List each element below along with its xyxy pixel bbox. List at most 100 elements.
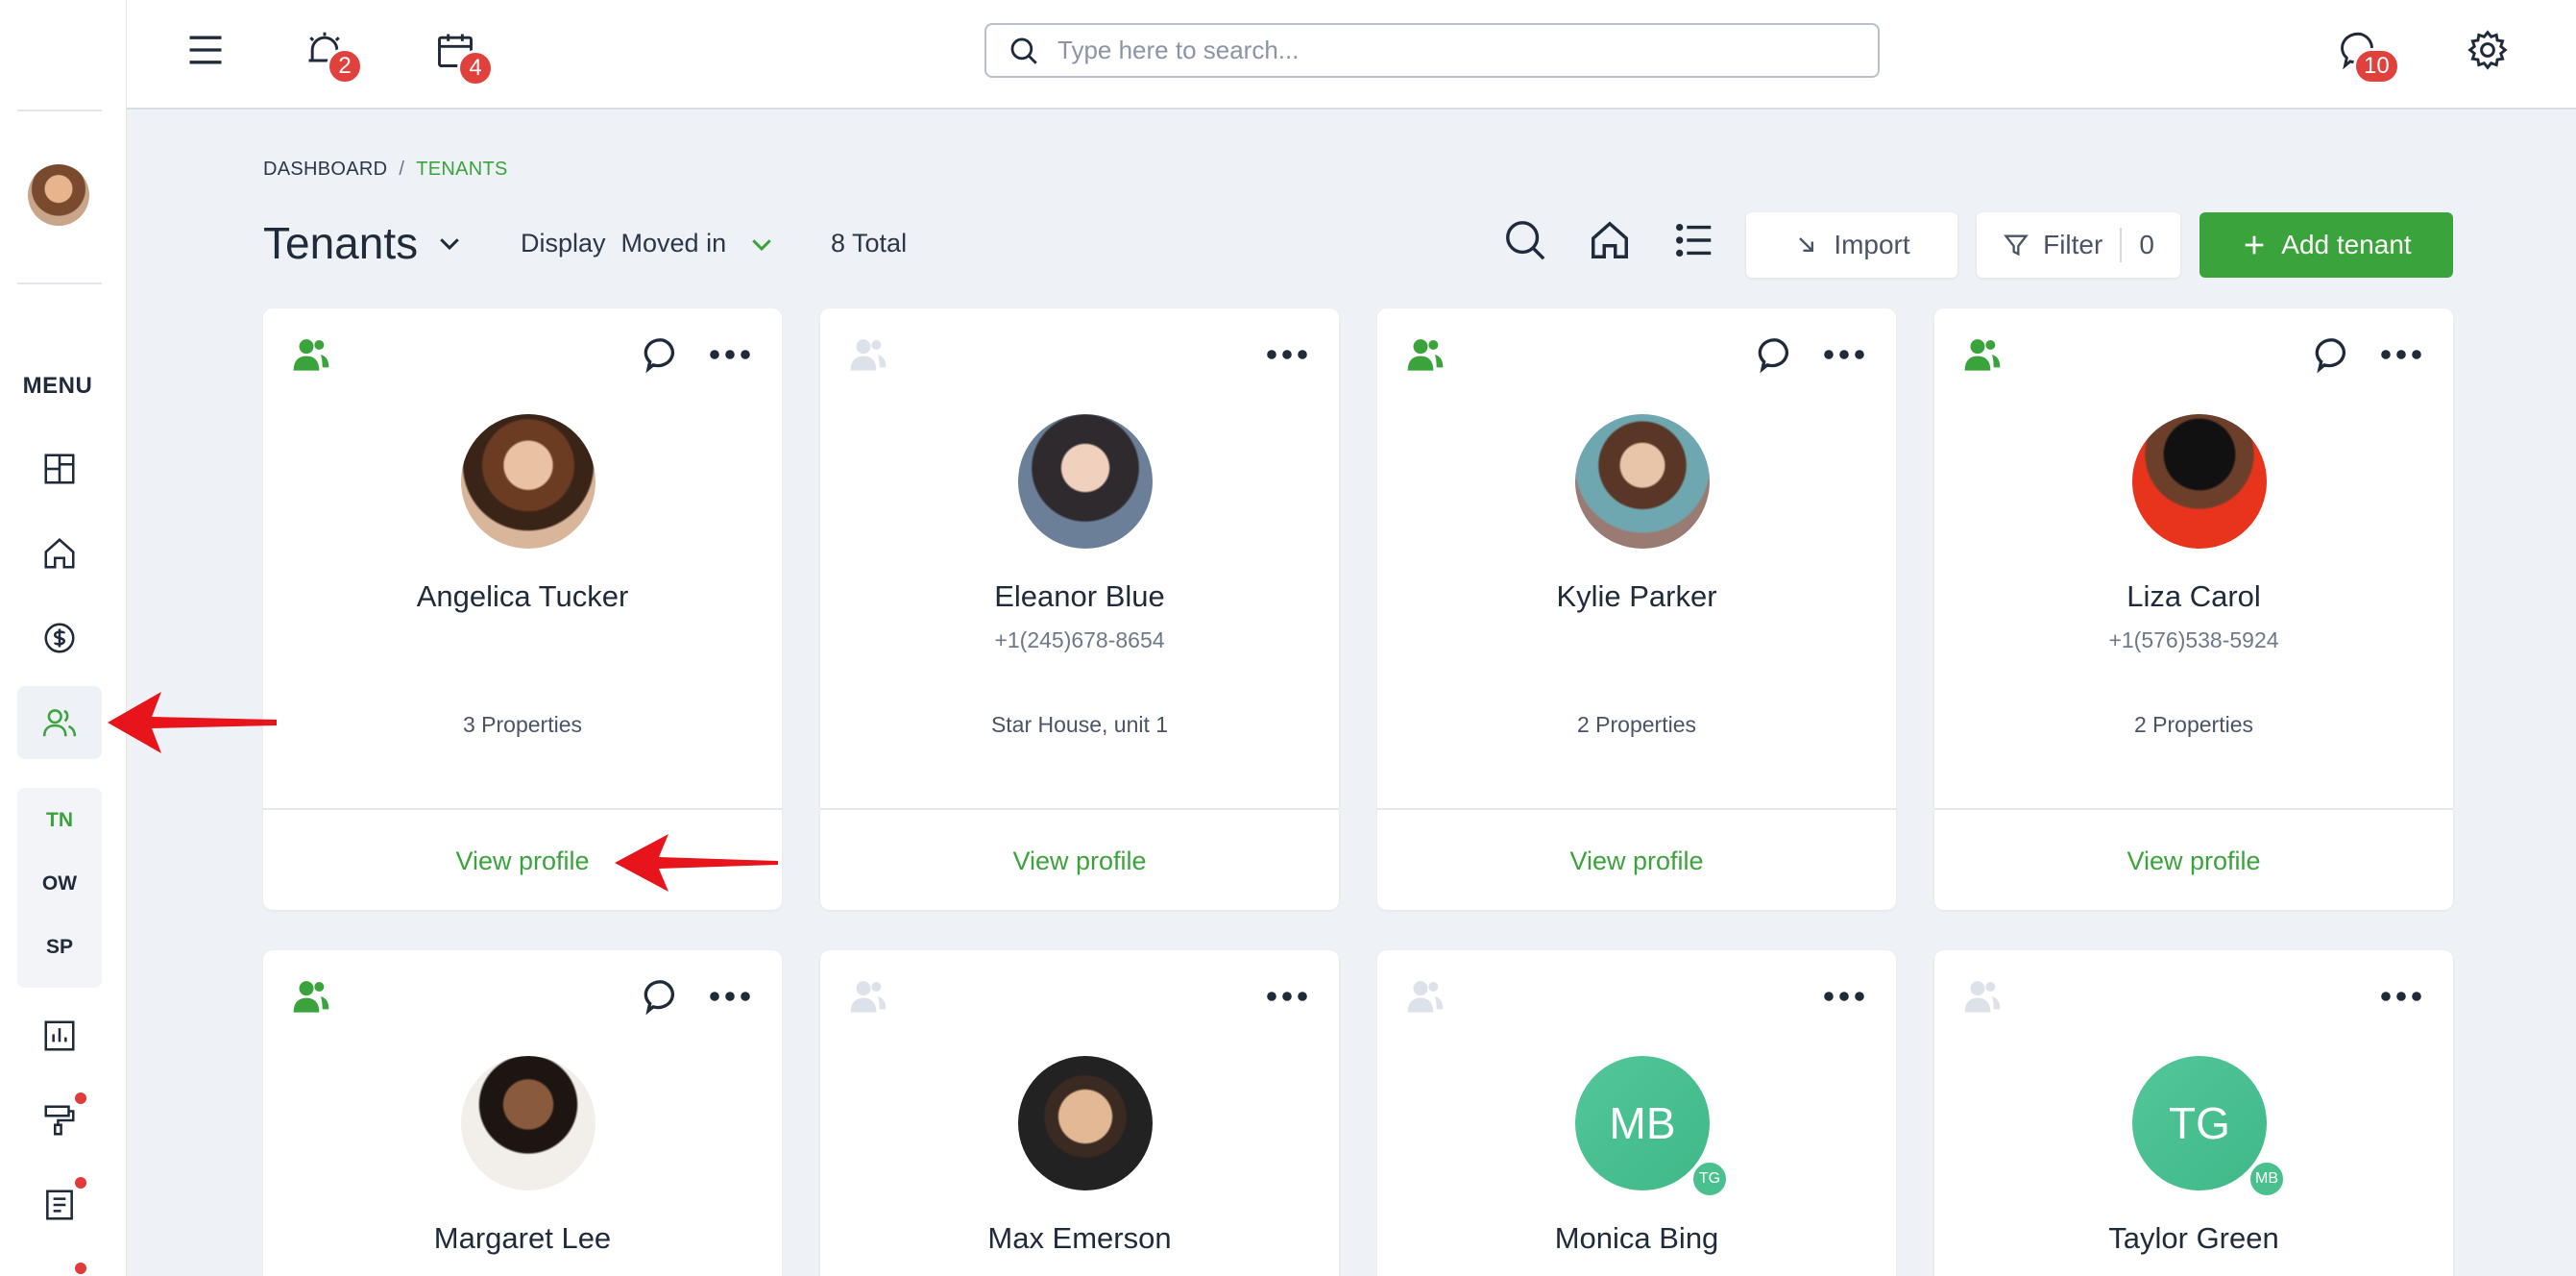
sidebar-item-properties[interactable] xyxy=(17,517,102,590)
notification-dot xyxy=(75,1263,86,1274)
person-icon xyxy=(850,339,887,371)
chevron-down-icon xyxy=(752,238,771,251)
chat-bubble-icon[interactable] xyxy=(644,977,682,1016)
import-button[interactable]: Import xyxy=(1746,212,1957,278)
view-profile-link[interactable]: View profile xyxy=(820,847,1339,876)
submenu-tenants[interactable]: TN xyxy=(17,809,102,832)
people-submenu: TN OW SP xyxy=(17,788,102,988)
chart-icon xyxy=(44,1020,75,1051)
tenant-name: Max Emerson xyxy=(987,1221,1172,1255)
tenant-card: Margaret Lee xyxy=(263,950,782,1276)
sidebar-item-dashboard[interactable] xyxy=(17,432,102,505)
calendar-badge: 4 xyxy=(457,50,494,86)
search-tenants-button[interactable] xyxy=(1498,213,1552,267)
alerts-badge: 2 xyxy=(327,48,363,85)
hamburger-menu-button[interactable] xyxy=(177,21,234,79)
chat-bubble-icon[interactable] xyxy=(2315,335,2353,374)
add-tenant-label: Add tenant xyxy=(2281,230,2412,259)
person-icon xyxy=(293,981,329,1013)
co-tenant-initials-badge: MB xyxy=(2248,1160,2286,1198)
notification-dot xyxy=(75,1092,86,1104)
tenant-name: Eleanor Blue xyxy=(994,579,1165,613)
filter-button[interactable]: Filter 0 xyxy=(1977,212,2180,278)
person-icon xyxy=(1407,981,1444,1013)
notification-dot xyxy=(75,1177,86,1189)
top-bar: 2 4 10 xyxy=(127,0,2576,110)
tenant-card: Liza Carol +1(576)538-5924 2 Properties … xyxy=(1934,308,2453,910)
gear-icon xyxy=(2467,30,2508,70)
sidebar-item-accounting[interactable] xyxy=(17,601,102,675)
list-icon xyxy=(1676,223,1712,258)
filter-count: 0 xyxy=(2139,230,2154,259)
person-icon xyxy=(1964,981,2001,1013)
person-icon xyxy=(850,981,887,1013)
sidebar-item-people[interactable] xyxy=(17,686,102,759)
card-divider xyxy=(820,808,1339,810)
search-input[interactable] xyxy=(1057,36,1845,65)
sidebar-item-maintenance[interactable] xyxy=(17,1084,102,1157)
sidebar-item-documents[interactable] xyxy=(17,1168,102,1241)
more-options-icon[interactable] xyxy=(2378,335,2424,374)
tenant-initials-avatar: MB xyxy=(1575,1056,1710,1190)
tenant-avatar xyxy=(1018,1056,1153,1190)
chat-bubble-icon[interactable] xyxy=(1758,335,1796,374)
co-tenant-initials-badge: TG xyxy=(1690,1160,1729,1198)
chat-bubble-icon[interactable] xyxy=(644,335,682,374)
view-profile-link[interactable]: View profile xyxy=(1377,847,1896,876)
page-title-dropdown[interactable]: Tenants xyxy=(263,217,464,269)
sidebar-divider xyxy=(17,110,102,111)
paint-roller-icon xyxy=(44,1105,75,1136)
submenu-owners[interactable]: OW xyxy=(17,872,102,896)
more-options-icon[interactable] xyxy=(707,977,753,1016)
search-icon xyxy=(1506,221,1545,260)
display-filter[interactable]: Display Moved in xyxy=(521,229,776,258)
tenant-name: Taylor Green xyxy=(2108,1221,2279,1255)
tenant-avatar xyxy=(461,1056,595,1190)
tenant-name: Monica Bing xyxy=(1554,1221,1719,1255)
submenu-service-pros[interactable]: SP xyxy=(17,936,102,959)
person-icon xyxy=(1407,339,1444,371)
filter-icon xyxy=(2004,234,2029,257)
dollar-circle-icon xyxy=(44,623,75,653)
search-bar xyxy=(984,23,1880,78)
tenant-avatar xyxy=(2132,414,2267,549)
import-label: Import xyxy=(1834,230,1910,259)
tenant-name: Margaret Lee xyxy=(433,1221,612,1255)
alerts-button[interactable]: 2 xyxy=(296,21,363,85)
more-options-icon[interactable] xyxy=(1264,977,1310,1016)
display-value: Moved in xyxy=(620,229,727,258)
breadcrumb-separator: / xyxy=(399,159,405,180)
more-options-icon[interactable] xyxy=(1821,977,1867,1016)
breadcrumb: DASHBOARD / TENANTS xyxy=(263,159,508,181)
add-tenant-button[interactable]: Add tenant xyxy=(2199,212,2453,278)
settings-button[interactable] xyxy=(2459,21,2516,79)
list-view-button[interactable] xyxy=(1667,213,1721,267)
more-options-icon[interactable] xyxy=(1264,335,1310,374)
tenant-phone: +1(576)538-5924 xyxy=(2108,627,2279,652)
view-profile-link[interactable]: View profile xyxy=(1934,847,2453,876)
grid-view-button[interactable] xyxy=(1583,213,1637,267)
tenant-card: Max Emerson xyxy=(820,950,1339,1276)
tenant-initials-avatar: TG xyxy=(2132,1056,2267,1190)
more-options-icon[interactable] xyxy=(707,335,753,374)
search-icon xyxy=(1010,37,1037,64)
more-options-icon[interactable] xyxy=(2378,977,2424,1016)
menu-label: MENU xyxy=(22,373,93,399)
user-avatar[interactable] xyxy=(28,164,89,226)
plus-icon xyxy=(2245,235,2264,255)
tenant-avatar xyxy=(461,414,595,549)
sidebar-item-reports[interactable] xyxy=(17,999,102,1072)
more-options-icon[interactable] xyxy=(1821,335,1867,374)
tenant-properties: 2 Properties xyxy=(1576,712,1696,737)
breadcrumb-dashboard[interactable]: DASHBOARD xyxy=(263,159,387,180)
card-divider xyxy=(1934,808,2453,810)
sidebar-divider xyxy=(17,282,102,284)
messages-button[interactable]: 10 xyxy=(2332,21,2400,85)
tenant-card: Kylie Parker 2 Properties View profile xyxy=(1377,308,1896,910)
sidebar: MENU TN OW SP xyxy=(0,0,127,1276)
filter-divider xyxy=(2120,228,2123,262)
calendar-button[interactable]: 4 xyxy=(426,21,494,86)
total-count: 8 Total xyxy=(831,229,908,258)
tenant-name: Angelica Tucker xyxy=(416,579,629,613)
tenant-card: MB TG Monica Bing xyxy=(1377,950,1896,1276)
